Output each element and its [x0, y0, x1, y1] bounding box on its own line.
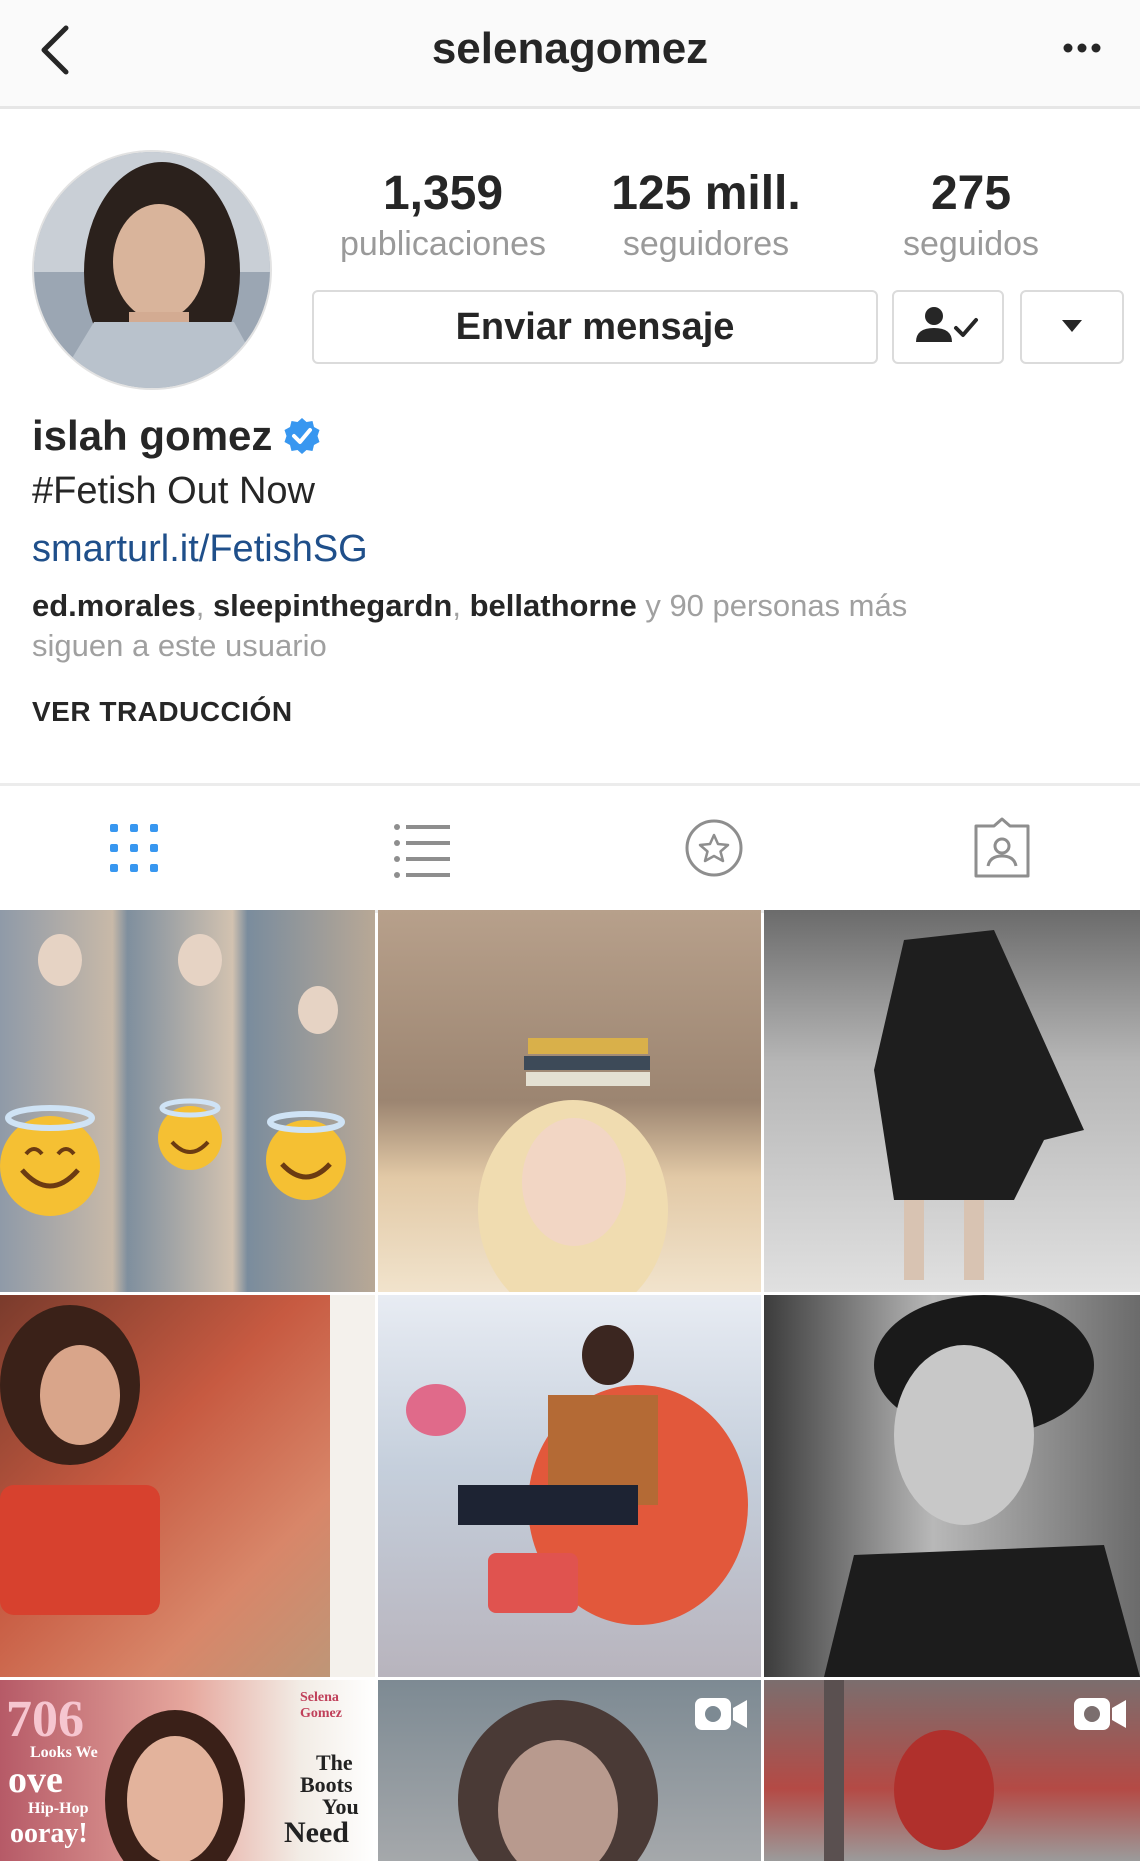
following-count: 275: [930, 167, 1012, 220]
grid-icon[interactable]: [102, 816, 166, 880]
cover-number: 706: [6, 1691, 84, 1748]
halo-smile-emoji-icon: [158, 1098, 222, 1170]
person-check-icon: [916, 307, 978, 342]
suggestions-dropdown-button[interactable]: [1020, 290, 1124, 364]
followed-by-user[interactable]: bellathorne: [470, 588, 637, 623]
profile-tabs: [0, 783, 1140, 913]
top-bar: selenagomez: [0, 0, 1140, 109]
profile-link[interactable]: smarturl.it/FetishSG: [32, 528, 368, 571]
post-thumbnail[interactable]: [378, 1680, 761, 1861]
posts-grid: 706 Looks We ove Hip-Hop ooray! Selena G…: [0, 910, 1140, 1861]
post-thumbnail[interactable]: [378, 1295, 761, 1677]
profile-name: islah gomez: [32, 412, 273, 459]
video-camera-icon: [695, 1698, 747, 1730]
tagged-person-icon[interactable]: [970, 816, 1034, 880]
video-camera-icon: [1074, 1698, 1126, 1730]
cover-line: Need: [284, 1816, 349, 1849]
post-thumbnail[interactable]: [764, 1680, 1140, 1861]
post-image: [0, 1295, 375, 1677]
cover-line: ove: [8, 1759, 63, 1801]
following-button[interactable]: [892, 290, 1004, 364]
stat-following[interactable]: 275 seguidos: [851, 166, 1091, 266]
following-label: seguidos: [902, 225, 1040, 263]
post-image: [406, 1325, 748, 1625]
followed-by-rest-line2: siguen a este usuario: [32, 628, 327, 663]
profile-username-title: selenagomez: [431, 24, 709, 73]
profile-bio: #Fetish Out Now: [32, 470, 315, 512]
send-message-button[interactable]: Enviar mensaje: [312, 290, 878, 364]
post-image: [874, 930, 1084, 1280]
stat-followers[interactable]: 125 mill. seguidores: [586, 166, 826, 266]
followed-by-user[interactable]: sleepinthegardn: [213, 588, 452, 623]
verified-badge-icon: [284, 418, 320, 454]
posts-label: publicaciones: [339, 225, 547, 263]
ellipsis-icon[interactable]: [1060, 28, 1104, 68]
halo-smile-emoji-icon: [0, 1105, 100, 1216]
see-translation-button[interactable]: VER TRADUCCIÓN: [32, 696, 293, 728]
followed-by-separator: ,: [452, 588, 470, 623]
post-thumbnail[interactable]: [0, 1295, 375, 1677]
cover-line: Gomez: [300, 1706, 342, 1721]
post-thumbnail[interactable]: [0, 910, 375, 1292]
caret-down-icon: [1062, 320, 1082, 332]
post-image: [0, 934, 346, 1216]
post-thumbnail[interactable]: [378, 910, 761, 1292]
followed-by-separator: ,: [195, 588, 213, 623]
avatar-photo: [34, 152, 270, 388]
halo-smile-emoji-icon: [266, 1111, 346, 1200]
followers-count: 125 mill.: [611, 167, 801, 220]
cover-line: Hip-Hop: [28, 1800, 89, 1817]
followers-label: seguidores: [622, 225, 790, 263]
post-image: [824, 1295, 1140, 1677]
post-thumbnail[interactable]: 706 Looks We ove Hip-Hop ooray! Selena G…: [0, 1680, 375, 1861]
profile-name-row: islah gomez: [32, 412, 322, 460]
cover-line: ooray!: [10, 1818, 88, 1849]
followed-by-user[interactable]: ed.morales: [32, 588, 196, 623]
post-thumbnail[interactable]: [764, 910, 1140, 1292]
avatar[interactable]: [32, 150, 272, 390]
stat-posts[interactable]: 1,359 publicaciones: [323, 166, 563, 266]
list-icon[interactable]: [390, 816, 454, 880]
star-icon[interactable]: [682, 816, 746, 880]
cover-line: Selena: [300, 1690, 339, 1705]
post-thumbnail[interactable]: [764, 1295, 1140, 1677]
post-image: [478, 1038, 668, 1292]
followed-by-rest: y 90 personas más: [645, 588, 908, 623]
posts-count: 1,359: [382, 167, 504, 220]
followed-by-text[interactable]: ed.morales, sleepinthegardn, bellathorne…: [32, 586, 1112, 666]
